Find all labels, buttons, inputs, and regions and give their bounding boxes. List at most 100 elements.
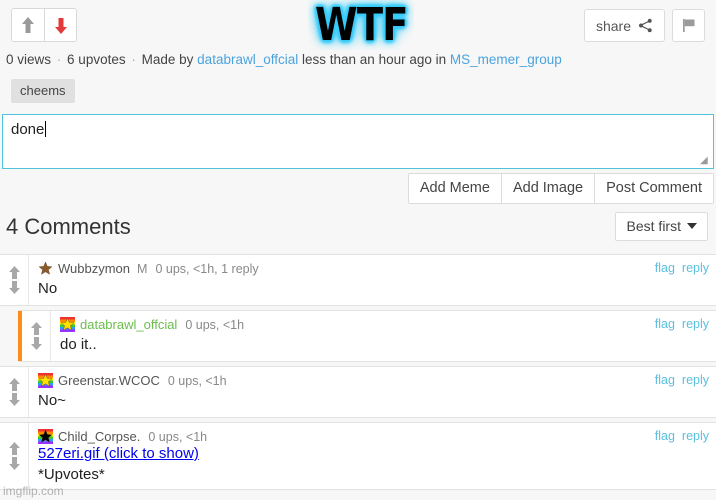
comment-reply-link[interactable]: reply <box>682 429 709 443</box>
arrow-down-icon <box>8 281 20 294</box>
rainbow-yellow-star-avatar <box>60 317 75 332</box>
comment-text: No <box>38 280 58 297</box>
rainbow-black-star-avatar <box>38 429 53 444</box>
tag-cheems[interactable]: cheems <box>11 79 75 103</box>
meme-image-text: WTF <box>314 0 409 50</box>
comment-upvote-button[interactable] <box>8 377 21 392</box>
imgflip-watermark: imgflip.com <box>3 484 64 498</box>
author-link[interactable]: databrawl_offcial <box>197 52 298 67</box>
moderator-badge: M <box>137 261 148 276</box>
share-button-label: share <box>595 17 631 34</box>
post-header: WTF share <box>0 0 716 50</box>
arrow-up-icon <box>8 442 20 455</box>
post-actions: share <box>583 9 705 42</box>
downvote-button[interactable] <box>44 9 76 41</box>
upvote-button[interactable] <box>12 9 44 41</box>
comment-downvote-button[interactable] <box>8 280 21 295</box>
comment-meta: databrawl_offcial 0 ups, <1h <box>60 316 708 333</box>
comment-reply-link[interactable]: reply <box>682 261 709 275</box>
meta-separator-2: · <box>131 52 136 67</box>
share-button[interactable]: share <box>583 9 665 42</box>
post-meta: 0 views · 6 upvotes · Made by databrawl_… <box>6 52 562 67</box>
comment-composer: done ◢ <box>2 114 714 169</box>
comment-vote-group <box>22 311 51 361</box>
add-meme-button[interactable]: Add Meme <box>408 174 501 203</box>
comment-flag-link[interactable]: flag <box>655 429 675 443</box>
comment-gif-link[interactable]: 527eri.gif (click to show) <box>38 445 199 462</box>
arrow-up-icon <box>30 322 42 335</box>
comment-upvote-button[interactable] <box>30 321 43 336</box>
comment-username[interactable]: databrawl_offcial <box>80 317 177 332</box>
comment-username[interactable]: Greenstar.WCOC <box>58 373 160 388</box>
comment-meta: Child_Corpse. 0 ups, <1h <box>38 428 708 445</box>
add-image-button[interactable]: Add Image <box>500 174 595 203</box>
comment-row: databrawl_offcial 0 ups, <1h do it.. flag re… <box>18 310 716 362</box>
meme-image[interactable]: WTF <box>308 0 414 50</box>
comment-input-value: done <box>11 121 45 138</box>
comment-downvote-button[interactable] <box>8 392 21 407</box>
comment-upvote-button[interactable] <box>8 441 21 456</box>
comment-row: Child_Corpse. 0 ups, <1h 527eri.gif (click… <box>0 422 716 490</box>
arrow-down-icon <box>8 393 20 406</box>
post-comment-button[interactable]: Post Comment <box>594 174 713 203</box>
arrow-down-icon <box>54 17 67 34</box>
comment-body: Greenstar.WCOC 0 ups, <1h No~ flag reply <box>29 367 716 417</box>
comment-meta: Wubbzymon M 0 ups, <1h, 1 reply <box>38 260 708 277</box>
comment-actions: flag reply <box>655 317 709 331</box>
arrow-up-icon <box>22 16 34 33</box>
made-by-label: Made by <box>141 52 194 67</box>
comments-count-title: 4 Comments <box>6 214 131 239</box>
comments-list: Wubbzymon M 0 ups, <1h, 1 reply No flag reply… <box>0 254 716 494</box>
comment-vote-group <box>0 255 29 305</box>
comment-reply-link[interactable]: reply <box>682 373 709 387</box>
flag-button[interactable] <box>672 9 705 42</box>
comment-flag-link[interactable]: flag <box>655 317 675 331</box>
comment-body: databrawl_offcial 0 ups, <1h do it.. flag re… <box>51 311 716 361</box>
comments-sort-label: Best first <box>626 218 681 234</box>
comment-text: do it.. <box>60 336 97 353</box>
comment-stats: 0 ups, <1h <box>148 429 208 444</box>
comment-actions: flag reply <box>655 373 709 387</box>
page-root: WTF share 0 views · 6 upvotes · Made by … <box>0 0 716 500</box>
comment-username[interactable]: Child_Corpse. <box>58 429 140 444</box>
comment-downvote-button[interactable] <box>30 336 43 351</box>
meta-separator-1: · <box>56 52 62 67</box>
comment-meta: Greenstar.WCOC 0 ups, <1h <box>38 372 708 389</box>
comment-input[interactable]: done ◢ <box>2 114 714 169</box>
comment-vote-group <box>0 423 29 489</box>
comment-text: No~ <box>38 392 66 409</box>
share-icon <box>639 18 652 33</box>
arrow-down-icon <box>30 337 42 350</box>
comment-actions: flag reply <box>655 261 709 275</box>
comment-username[interactable]: Wubbzymon <box>58 261 130 276</box>
comment-row: Greenstar.WCOC 0 ups, <1h No~ flag reply <box>0 366 716 418</box>
comments-sort-dropdown[interactable]: Best first <box>614 212 708 241</box>
comment-flag-link[interactable]: flag <box>655 261 675 275</box>
comment-upvote-button[interactable] <box>8 265 21 280</box>
in-label: in <box>435 52 447 67</box>
upvote-count: 6 upvotes <box>67 52 126 67</box>
comment-stats: 0 ups, <1h, 1 reply <box>155 261 259 276</box>
text-cursor <box>45 121 47 137</box>
comment-gif-link-wrap: 527eri.gif (click to show) <box>38 445 708 463</box>
bronze-star-avatar <box>38 261 53 276</box>
comment-actions: flag reply <box>655 429 709 443</box>
comment-stats: 0 ups, <1h <box>185 317 245 332</box>
arrow-down-icon <box>8 457 20 470</box>
comment-vote-group <box>0 367 29 417</box>
view-count: 0 views <box>6 52 52 67</box>
comment-downvote-button[interactable] <box>8 456 21 471</box>
arrow-up-icon <box>8 378 20 391</box>
post-vote-group <box>11 8 77 42</box>
resize-grip[interactable]: ◢ <box>700 156 710 166</box>
composer-buttons: Add Meme Add Image Post Comment <box>407 173 714 204</box>
comment-reply-link[interactable]: reply <box>682 317 709 331</box>
comment-stats: 0 ups, <1h <box>167 373 227 388</box>
comment-body: Child_Corpse. 0 ups, <1h 527eri.gif (click… <box>29 423 716 489</box>
stream-link[interactable]: MS_memer_group <box>450 52 562 67</box>
comment-row: Wubbzymon M 0 ups, <1h, 1 reply No flag reply <box>0 254 716 306</box>
post-time: less than an hour ago <box>302 52 432 67</box>
tag-list: cheems <box>11 79 75 103</box>
comment-text: *Upvotes* <box>38 466 105 483</box>
comment-flag-link[interactable]: flag <box>655 373 675 387</box>
